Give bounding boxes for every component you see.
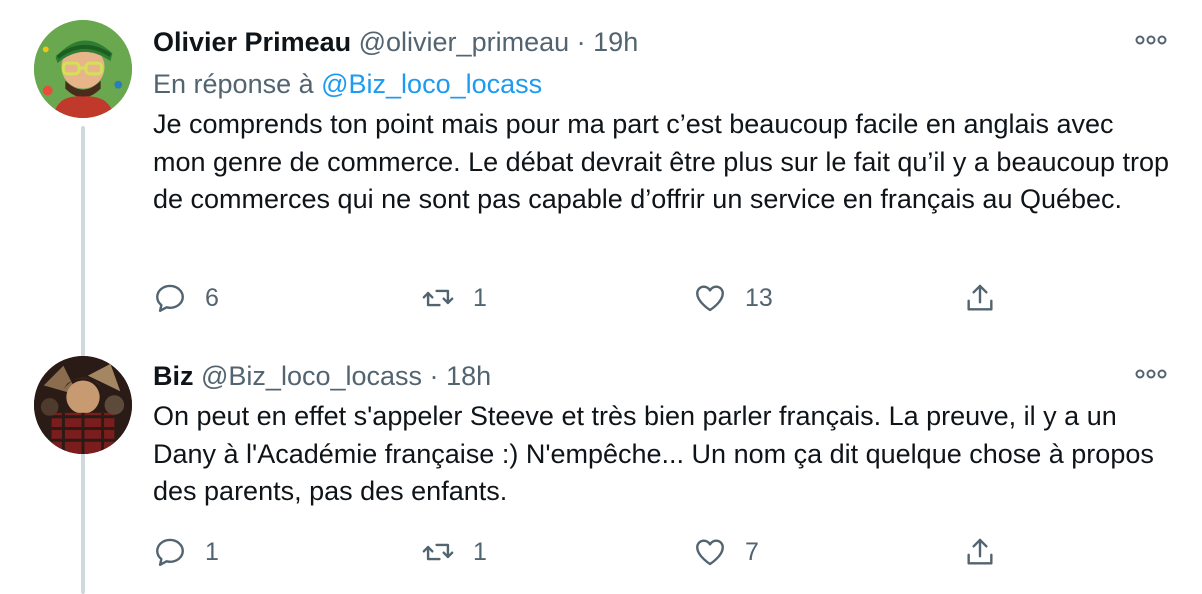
more-icon — [1135, 369, 1167, 379]
separator-dot: · — [429, 361, 439, 391]
retweet-count: 1 — [473, 537, 487, 566]
tweet-header: Olivier Primeau @olivier_primeau · 19h — [153, 22, 638, 62]
retweet-icon — [422, 543, 454, 561]
share-button[interactable] — [963, 276, 997, 320]
timestamp[interactable]: 19h — [593, 27, 638, 57]
tweet[interactable]: Biz @Biz_loco_locass · 18h On peut en ef… — [0, 340, 1202, 594]
tweet-text: On peut en effet s'appeler Steeve et trè… — [153, 401, 1154, 506]
share-icon — [967, 538, 993, 565]
reply-button[interactable]: 6 — [153, 276, 219, 320]
tweet[interactable]: Olivier Primeau @olivier_primeau · 19h E… — [0, 0, 1202, 340]
reply-icon — [156, 284, 184, 312]
action-bar: 1 1 7 — [153, 530, 1013, 574]
avatar[interactable] — [34, 20, 132, 118]
timestamp[interactable]: 18h — [446, 361, 491, 391]
author-handle[interactable]: @Biz_loco_locass — [201, 361, 422, 391]
reply-icon — [156, 538, 184, 566]
avatar-image — [34, 20, 132, 118]
retweet-count: 1 — [473, 283, 487, 312]
author-name[interactable]: Biz — [153, 361, 194, 391]
share-button[interactable] — [963, 530, 997, 574]
reply-context: En réponse à @Biz_loco_locass — [153, 64, 542, 104]
like-button[interactable]: 13 — [693, 276, 773, 320]
reply-prefix: En réponse à — [153, 69, 322, 99]
author-handle[interactable]: @olivier_primeau — [359, 27, 570, 57]
more-button[interactable] — [1134, 30, 1168, 50]
reply-count: 1 — [205, 537, 219, 566]
more-button[interactable] — [1134, 364, 1168, 384]
more-icon — [1135, 35, 1167, 45]
reply-button[interactable]: 1 — [153, 530, 219, 574]
heart-icon — [696, 539, 724, 566]
author-name[interactable]: Olivier Primeau — [153, 27, 351, 57]
like-button[interactable]: 7 — [693, 530, 759, 574]
share-icon — [967, 284, 993, 311]
tweet-text: Je comprends ton point mais pour ma part… — [153, 109, 1170, 214]
avatar-image — [34, 356, 132, 454]
like-count: 13 — [745, 283, 773, 312]
tweet-header: Biz @Biz_loco_locass · 18h — [153, 356, 491, 396]
action-bar: 6 1 13 — [153, 276, 1013, 320]
heart-icon — [696, 285, 724, 312]
retweet-button[interactable]: 1 — [421, 530, 487, 574]
reply-handle-link[interactable]: @Biz_loco_locass — [321, 69, 542, 99]
separator-dot: · — [576, 27, 586, 57]
reply-count: 6 — [205, 283, 219, 312]
retweet-button[interactable]: 1 — [421, 276, 487, 320]
like-count: 7 — [745, 537, 759, 566]
retweet-icon — [422, 289, 454, 307]
avatar[interactable] — [34, 356, 132, 454]
